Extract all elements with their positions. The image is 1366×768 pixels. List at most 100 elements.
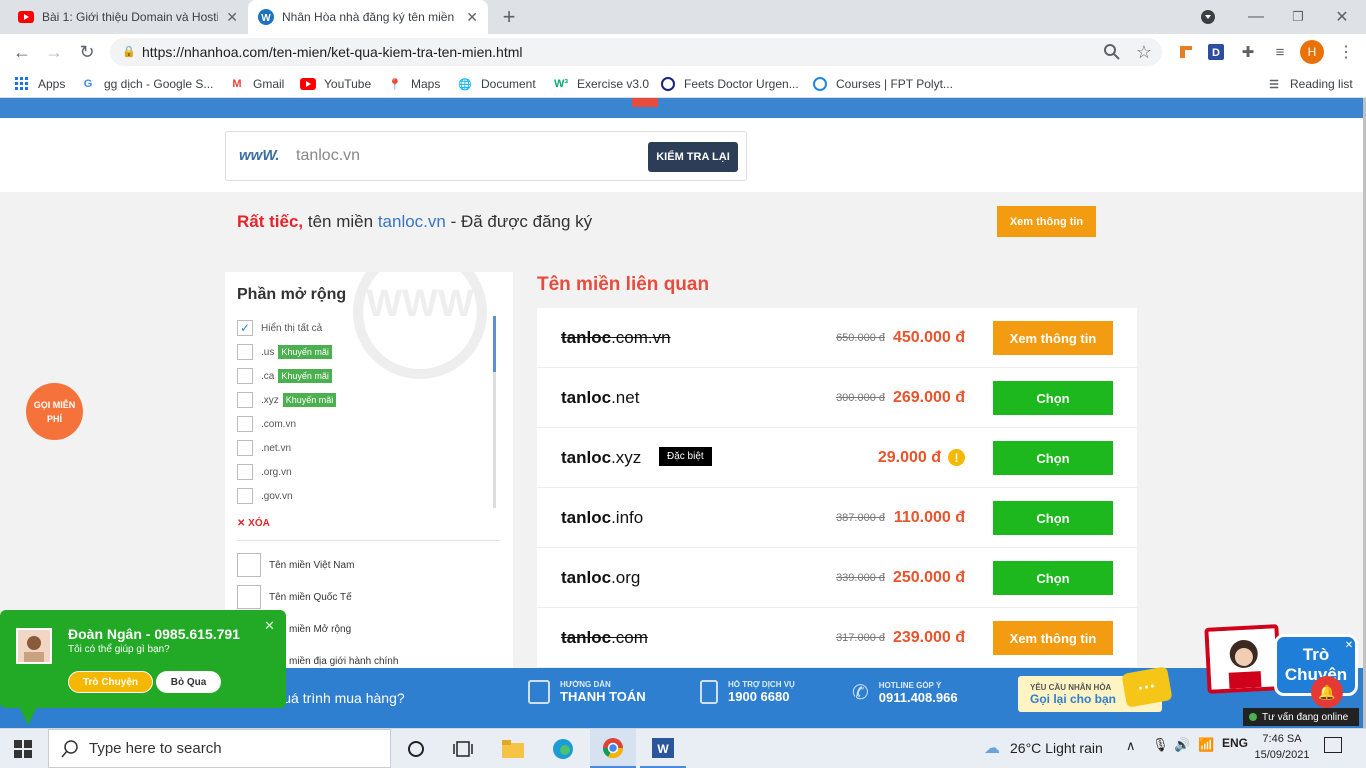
select-button[interactable]: Chọn xyxy=(993,561,1113,595)
www-logo: wwW. xyxy=(239,147,280,164)
tab-search-icon[interactable] xyxy=(1196,5,1220,29)
puzzle-extensions-icon[interactable]: ✚ xyxy=(1236,40,1260,64)
close-icon[interactable]: ✕ xyxy=(466,9,478,26)
bookmark-maps[interactable]: 📍 Maps xyxy=(387,70,440,98)
price: 239.000 đ xyxy=(892,629,965,646)
task-view-icon[interactable] xyxy=(440,729,486,768)
media-queue-icon[interactable]: ≡ xyxy=(1268,40,1292,64)
notification-center-icon[interactable] xyxy=(1324,737,1342,753)
weather-widget[interactable]: ☁ 26°C Light rain xyxy=(984,738,1103,758)
promo-badge: Khuyến mãi xyxy=(278,369,332,383)
skip-button[interactable]: Bỏ Qua xyxy=(156,671,221,693)
file-explorer-icon[interactable] xyxy=(490,729,536,768)
apps-grid-icon xyxy=(14,76,30,92)
start-chat-button[interactable]: Trò Chuyện xyxy=(68,671,153,693)
tray-chevron-icon[interactable]: ∧ xyxy=(1126,738,1136,754)
maximize-icon[interactable]: ❐ xyxy=(1286,5,1310,29)
volume-icon[interactable]: 🔊 xyxy=(1174,737,1190,753)
back-icon[interactable]: ← xyxy=(10,40,34,64)
agent-message: Tôi có thể giúp gì bạn? xyxy=(68,644,170,655)
bookmark-feets[interactable]: Feets Doctor Urgen... xyxy=(660,70,799,98)
filter-scroll-thumb[interactable] xyxy=(493,316,496,372)
filter-checkbox[interactable] xyxy=(237,488,253,504)
view-info-button[interactable]: Xem thông tin xyxy=(993,621,1113,655)
wordpress-icon: W xyxy=(258,9,274,25)
bookmark-apps[interactable]: Apps xyxy=(14,70,65,98)
hotline-feedback[interactable]: ✆ HOTLINE GÓP Ý 0911.408.966 xyxy=(852,680,958,705)
youtube-icon xyxy=(300,76,316,92)
select-button[interactable]: Chọn xyxy=(993,441,1113,475)
free-call-bubble[interactable]: GỌI MIỄN PHÍ xyxy=(26,383,83,440)
promo-badge: Khuyến mãi xyxy=(282,393,337,407)
filter-label: .gov.vn xyxy=(261,490,293,502)
input-language-icon[interactable]: ENG xyxy=(1222,736,1248,750)
taskbar-search[interactable]: Type here to search xyxy=(48,729,391,768)
zoom-search-icon[interactable] xyxy=(1100,40,1124,64)
window-close-icon[interactable]: ✕ xyxy=(1330,5,1354,29)
profile-avatar[interactable]: H xyxy=(1300,40,1324,64)
cortana-icon[interactable] xyxy=(393,729,439,768)
extension-d-icon[interactable]: D xyxy=(1204,40,1228,64)
view-info-button[interactable]: Xem thông tin xyxy=(993,321,1113,355)
reload-icon[interactable]: ↻ xyxy=(75,40,99,64)
bookmark-courses-fpt[interactable]: Courses | FPT Polyt... xyxy=(812,70,953,98)
domain-name: tanloc .com.vn xyxy=(561,328,671,347)
group-label: Tên miền Quốc Tế xyxy=(269,591,352,603)
notification-bell-icon[interactable]: 🔔 xyxy=(1311,676,1343,708)
view-info-button[interactable]: Xem thông tin xyxy=(997,206,1096,237)
group-checkbox[interactable] xyxy=(237,585,261,609)
close-icon[interactable]: ✕ xyxy=(226,9,238,26)
header-red-marker xyxy=(632,98,658,107)
filter-checkbox[interactable] xyxy=(237,392,253,408)
bookmark-document[interactable]: 🌐 Document xyxy=(457,70,536,98)
menu-kebab-icon[interactable]: ⋮ xyxy=(1334,40,1358,64)
word-icon[interactable]: W xyxy=(640,729,686,768)
domain-search-input[interactable]: tanloc.vn xyxy=(296,147,360,165)
new-tab-button[interactable]: + xyxy=(497,4,521,29)
filter-scroll-track[interactable] xyxy=(493,372,496,508)
agent-photo-frame[interactable] xyxy=(1204,624,1282,694)
tab-title: Bài 1: Giới thiệu Domain và Hosti xyxy=(42,10,219,24)
forward-icon[interactable]: → xyxy=(42,40,66,64)
select-button[interactable]: Chọn xyxy=(993,501,1113,535)
group-checkbox[interactable] xyxy=(237,553,261,577)
warning-icon[interactable]: ! xyxy=(948,449,965,466)
clock[interactable]: 7:46 SA 15/09/2021 xyxy=(1254,731,1310,763)
close-icon[interactable]: ✕ xyxy=(264,618,275,634)
chrome-icon[interactable] xyxy=(590,729,636,768)
edge-icon[interactable] xyxy=(540,729,586,768)
reading-list[interactable]: ☰ Reading list xyxy=(1266,70,1353,98)
bookmark-exercise[interactable]: W³ Exercise v3.0 xyxy=(553,70,649,98)
tab-youtube-lesson[interactable]: Bài 1: Giới thiệu Domain và Hosti ✕ xyxy=(8,0,248,34)
microphone-icon[interactable]: 🎙 xyxy=(1152,737,1169,753)
svg-text:W: W xyxy=(657,742,669,756)
select-button[interactable]: Chọn xyxy=(993,381,1113,415)
filter-checkbox[interactable] xyxy=(237,344,253,360)
filter-label: .ca Khuyến mãi xyxy=(261,368,332,384)
tab-nhanhoa[interactable]: W Nhân Hòa nhà đăng ký tên miền ✕ xyxy=(248,0,488,34)
chat-popup-tail xyxy=(18,705,38,725)
minimize-icon[interactable]: — xyxy=(1244,5,1268,29)
price: 450.000 đ xyxy=(892,329,965,346)
filter-checkbox[interactable] xyxy=(237,368,253,384)
wifi-icon[interactable]: 📶 xyxy=(1198,737,1214,753)
bookmark-gg-dich[interactable]: Ggg dịch - Google S... xyxy=(80,70,214,98)
close-icon[interactable]: ✕ xyxy=(1342,638,1356,652)
agent-name: Đoàn Ngân - 0985.615.791 xyxy=(68,626,240,642)
address-bar[interactable]: 🔒 https://nhanhoa.com/ten-mien/ket-qua-k… xyxy=(110,38,1162,66)
filter-checkbox[interactable] xyxy=(237,464,253,480)
receipt-icon xyxy=(528,680,550,704)
filter-checkbox[interactable] xyxy=(237,440,253,456)
star-icon[interactable]: ☆ xyxy=(1132,40,1156,64)
clear-filters-link[interactable]: ✕ XÓA xyxy=(237,518,270,529)
recheck-button[interactable]: KIỂM TRA LẠI xyxy=(648,142,738,172)
status-suffix: - Đã được đăng ký xyxy=(450,212,593,231)
payment-guide[interactable]: HƯỚNG DẪN THANH TOÁN xyxy=(528,680,646,704)
windows-start-icon[interactable] xyxy=(0,729,46,768)
bookmark-youtube[interactable]: YouTube xyxy=(300,70,371,98)
service-support[interactable]: HỖ TRỢ DỊCH VỤ 1900 6680 xyxy=(700,680,795,704)
bookmark-gmail[interactable]: M Gmail xyxy=(229,70,284,98)
filter-checkbox[interactable]: ✓ xyxy=(237,320,253,336)
filter-checkbox[interactable] xyxy=(237,416,253,432)
extension-ruler-icon[interactable] xyxy=(1174,40,1198,64)
